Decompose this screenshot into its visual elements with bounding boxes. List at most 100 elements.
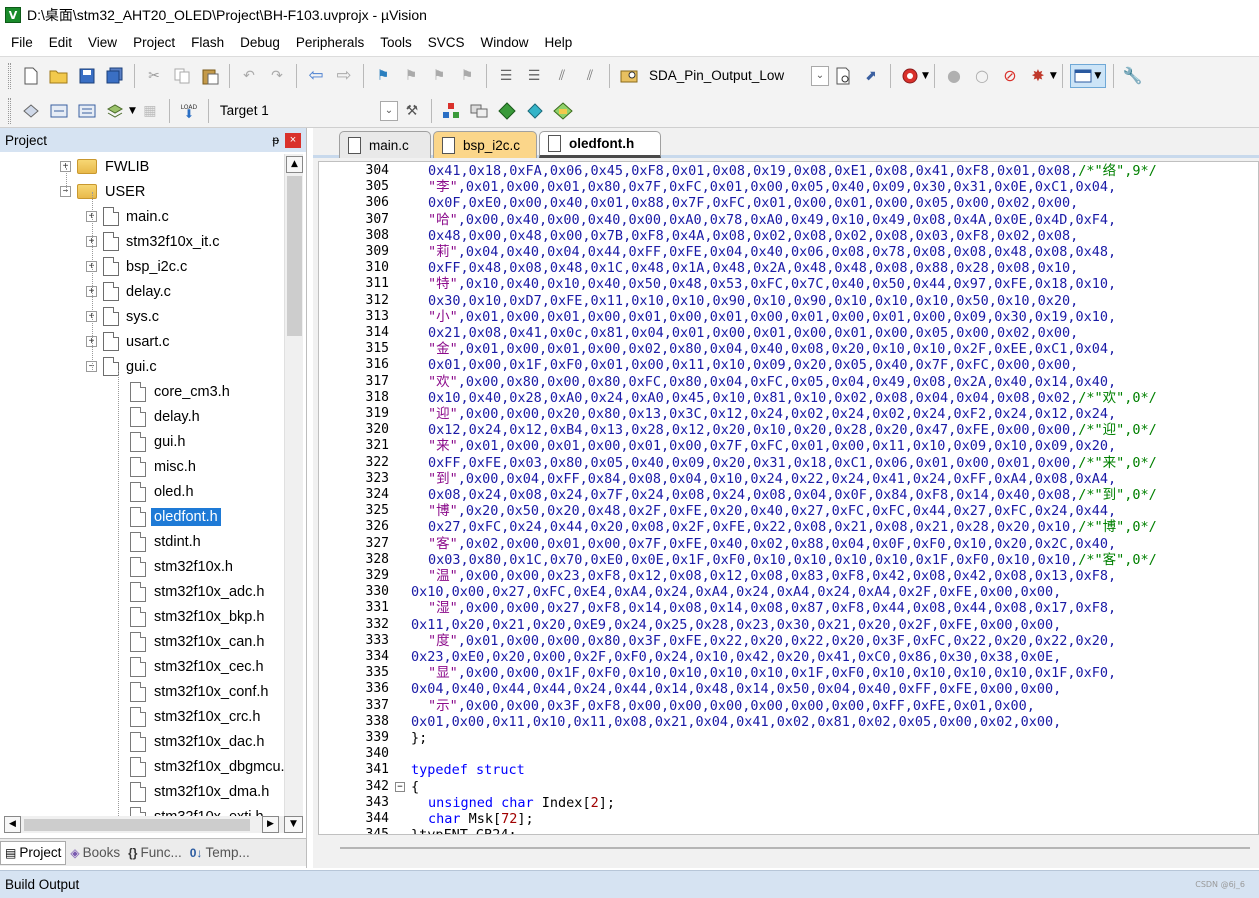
new-file-icon[interactable] [19, 64, 43, 88]
file-extensions-icon[interactable] [467, 99, 491, 123]
scroll-up-icon[interactable]: ▲ [286, 156, 303, 173]
unindent-icon[interactable]: ☰ [522, 64, 546, 88]
tree-file[interactable]: delay.h [130, 404, 200, 429]
editor-horizontal-scrollbar[interactable] [318, 838, 1259, 858]
tree-file[interactable]: oled.h [130, 479, 194, 504]
configure-icon[interactable]: ✸ [1026, 64, 1050, 88]
scroll-right-icon[interactable]: ▶ [262, 816, 279, 833]
tree-file[interactable]: + delay.c [86, 279, 171, 304]
scroll-track[interactable] [340, 847, 1250, 849]
chevron-down-icon[interactable]: ▼ [129, 106, 136, 116]
translate-icon[interactable] [19, 99, 43, 123]
select-packs-icon[interactable] [523, 99, 547, 123]
tree-file[interactable]: stm32f10x.h [130, 554, 233, 579]
scroll-down-icon[interactable]: ▼ [284, 816, 303, 833]
open-folder-icon[interactable] [47, 64, 71, 88]
chevron-down-icon[interactable]: ⌄ [811, 65, 829, 86]
tree-file[interactable]: + stm32f10x_it.c [86, 229, 220, 254]
menu-debug[interactable]: Debug [232, 30, 288, 56]
tree-file[interactable]: + main.c [86, 204, 169, 229]
paste-icon[interactable] [198, 64, 222, 88]
save-all-icon[interactable] [103, 64, 127, 88]
scroll-thumb[interactable] [287, 176, 302, 336]
navigate-back-icon[interactable]: ⇦ [304, 64, 328, 88]
incremental-find-icon[interactable] [831, 64, 855, 88]
tab-functions[interactable]: {} Func... [124, 841, 186, 865]
breakpoint-icon[interactable]: ● [942, 64, 966, 88]
menu-peripherals[interactable]: Peripherals [288, 30, 372, 56]
save-icon[interactable] [75, 64, 99, 88]
tree-file[interactable]: misc.h [130, 454, 196, 479]
browse-symbol-icon[interactable]: ⬈ [859, 64, 883, 88]
tab-templates[interactable]: 0↓ Temp... [186, 841, 254, 865]
wrench-icon[interactable]: 🔧 [1121, 64, 1145, 88]
tree-file[interactable]: stdint.h [130, 529, 201, 554]
kill-breakpoints-icon[interactable]: ⊘ [998, 64, 1022, 88]
tree-file[interactable]: + sys.c [86, 304, 159, 329]
menu-project[interactable]: Project [125, 30, 183, 56]
tree-file[interactable]: stm32f10x_bkp.h [130, 604, 264, 629]
tree-file[interactable]: core_cm3.h [130, 379, 230, 404]
tree-folder[interactable]: − USER [60, 179, 145, 204]
tree-file[interactable]: oledfont.h [130, 504, 221, 529]
build-output-panel[interactable]: Build Output [0, 870, 1259, 898]
comment-icon[interactable]: ⫽ [550, 64, 574, 88]
tree-file[interactable]: gui.h [130, 429, 185, 454]
tree-file[interactable]: stm32f10x_adc.h [130, 579, 264, 604]
tree-file[interactable]: stm32f10x_crc.h [130, 704, 260, 729]
copy-icon[interactable] [170, 64, 194, 88]
tree-vertical-scrollbar[interactable]: ▲ [284, 154, 303, 816]
tab-oledfont-h[interactable]: oledfont.h [539, 131, 661, 158]
tree-folder[interactable]: + FWLIB [60, 154, 149, 179]
window-layout-icon[interactable]: ▼ [1069, 63, 1106, 88]
tab-bsp-i2c-c[interactable]: bsp_i2c.c [433, 131, 537, 158]
menu-window[interactable]: Window [472, 30, 536, 56]
disable-breakpoint-icon[interactable]: ○ [970, 64, 994, 88]
tree-file[interactable]: stm32f10x_cec.h [130, 654, 264, 679]
tree-file[interactable]: stm32f10x_dbgmcu.h [130, 754, 284, 779]
menu-edit[interactable]: Edit [41, 30, 80, 56]
tree-file[interactable]: + bsp_i2c.c [86, 254, 187, 279]
tree-file[interactable]: stm32f10x_exti.h [130, 804, 264, 816]
find-combo[interactable]: SDA_Pin_Output_Low ⌄ [643, 65, 829, 87]
tree-file[interactable]: stm32f10x_dac.h [130, 729, 264, 754]
tree-file[interactable]: stm32f10x_conf.h [130, 679, 268, 704]
close-icon[interactable]: × [285, 132, 301, 148]
scroll-left-icon[interactable]: ◀ [4, 816, 21, 833]
uncomment-icon[interactable]: ⫽ [578, 64, 602, 88]
collapse-icon[interactable]: − [395, 781, 405, 792]
bookmark-icon[interactable]: ⚑ [371, 64, 395, 88]
menu-file[interactable]: File [3, 30, 41, 56]
target-select[interactable]: Target 1 ⌄ [214, 100, 398, 122]
prev-bookmark-icon[interactable]: ⚑ [399, 64, 423, 88]
chevron-down-icon[interactable]: ▼ [1050, 71, 1057, 81]
menu-flash[interactable]: Flash [183, 30, 232, 56]
menu-tools[interactable]: Tools [372, 30, 420, 56]
code-editor[interactable]: 304 0x41,0x18,0xFA,0x06,0x45,0xF8,0x01,0x… [318, 161, 1259, 835]
tree-horizontal-scrollbar[interactable]: ◀ ▶ [4, 816, 284, 833]
find-in-files-icon[interactable] [617, 64, 641, 88]
rebuild-icon[interactable] [75, 99, 99, 123]
tree-file[interactable]: stm32f10x_dma.h [130, 779, 269, 804]
indent-icon[interactable]: ☰ [494, 64, 518, 88]
stop-build-icon[interactable]: ▦ [138, 99, 162, 123]
target-options-icon[interactable]: ⚒ [400, 99, 424, 123]
next-bookmark-icon[interactable]: ⚑ [427, 64, 451, 88]
scroll-thumb[interactable] [24, 819, 250, 831]
menu-help[interactable]: Help [537, 30, 581, 56]
tree-file[interactable]: + usart.c [86, 329, 170, 354]
tab-main-c[interactable]: main.c [339, 131, 431, 158]
download-icon[interactable]: LOAD ⬇ [177, 99, 201, 123]
tree-file[interactable]: − gui.c [86, 354, 157, 379]
undo-icon[interactable]: ↶ [237, 64, 261, 88]
batch-build-icon[interactable] [103, 99, 127, 123]
manage-components-icon[interactable] [439, 99, 463, 123]
menu-svcs[interactable]: SVCS [420, 30, 473, 56]
pack-installer-icon[interactable] [551, 99, 575, 123]
navigate-forward-icon[interactable]: ⇨ [332, 64, 356, 88]
debug-session-icon[interactable] [898, 64, 922, 88]
run-time-env-icon[interactable] [495, 99, 519, 123]
toolbar-grip[interactable] [8, 97, 11, 124]
clear-bookmarks-icon[interactable]: ⚑ [455, 64, 479, 88]
cut-icon[interactable]: ✂ [142, 64, 166, 88]
